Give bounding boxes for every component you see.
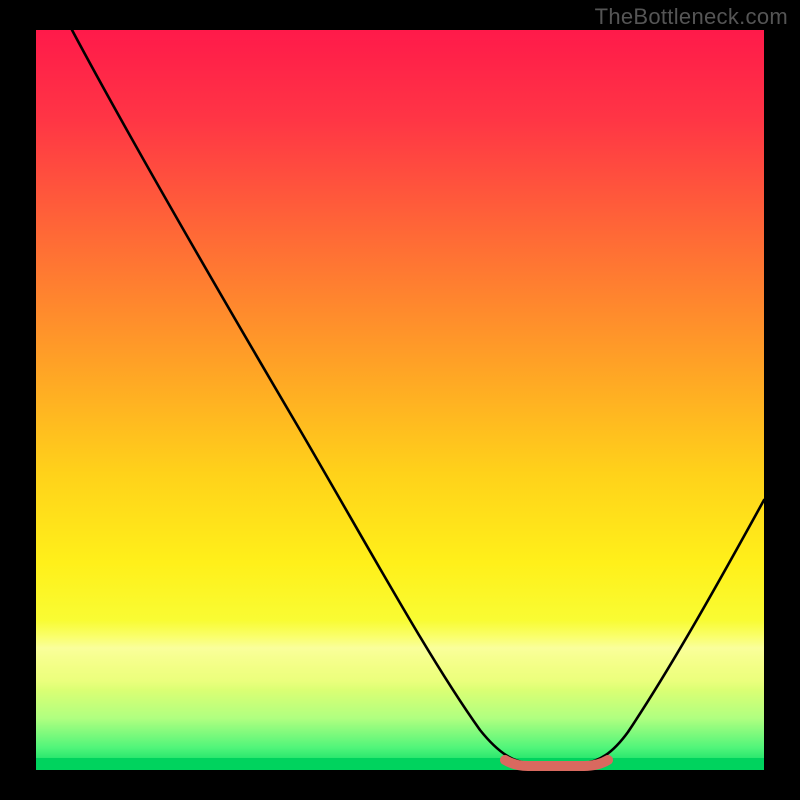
chart-frame: TheBottleneck.com bbox=[0, 0, 800, 800]
bottleneck-chart bbox=[0, 0, 800, 800]
green-baseline bbox=[36, 758, 764, 770]
watermark-text: TheBottleneck.com bbox=[595, 4, 788, 30]
pale-band bbox=[36, 620, 764, 690]
